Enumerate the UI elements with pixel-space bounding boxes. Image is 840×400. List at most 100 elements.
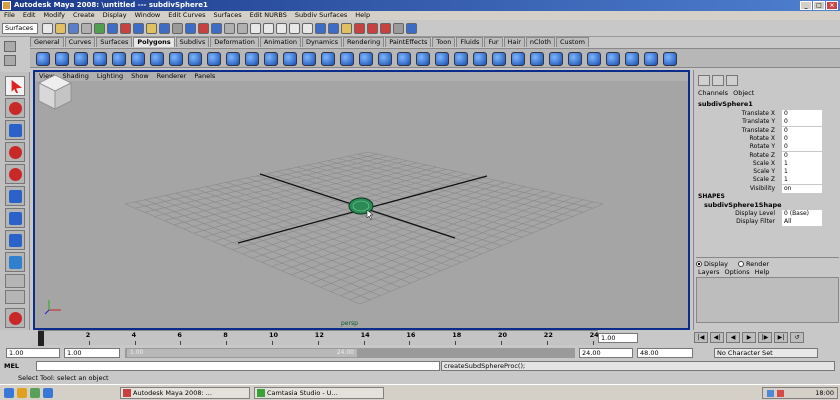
subdiv-sphere-object[interactable] <box>348 197 374 215</box>
attribute-row[interactable]: Rotate X 0 <box>694 134 840 143</box>
render-current-frame-icon[interactable] <box>367 23 378 34</box>
radio-display[interactable]: Display <box>696 260 728 268</box>
loop-button[interactable]: ↺ <box>790 332 804 343</box>
menu-create[interactable]: Create <box>73 11 95 20</box>
character-set-dropdown[interactable]: No Character Set <box>714 348 818 358</box>
poly-soccer-ball-icon[interactable] <box>226 52 240 66</box>
options-menu[interactable]: Options <box>725 268 750 276</box>
attribute-value[interactable]: 0 <box>782 126 822 135</box>
input-ops-icon[interactable] <box>315 23 326 34</box>
start-time-field[interactable]: 1.00 <box>6 348 60 358</box>
cylindrical-mapping-icon[interactable] <box>568 52 582 66</box>
combine-icon[interactable] <box>264 52 278 66</box>
save-scene-icon[interactable] <box>68 23 79 34</box>
object-menu[interactable]: Object <box>733 89 754 97</box>
menu-modify[interactable]: Modify <box>43 11 65 20</box>
poly-pipe-icon[interactable] <box>188 52 202 66</box>
attribute-row[interactable]: Translate Z 0 <box>694 126 840 135</box>
menu-display[interactable]: Display <box>103 11 127 20</box>
shape-attribute-value[interactable]: 0 (Base) <box>782 210 822 218</box>
attribute-value[interactable]: 0 <box>782 134 822 143</box>
attribute-row[interactable]: Translate Y 0 <box>694 118 840 127</box>
layer-list[interactable] <box>696 277 839 323</box>
object-name[interactable]: subdivSphere1 <box>698 100 753 108</box>
step-back-button[interactable]: ◀ <box>726 332 740 343</box>
shelf-tab-painteffects[interactable]: PaintEffects <box>385 37 432 47</box>
attribute-row[interactable]: Scale Z 1 <box>694 176 840 185</box>
shape-name[interactable]: subdivSphere1Shape <box>704 201 782 209</box>
go-to-start-button[interactable]: |◀ <box>694 332 708 343</box>
shelf-tab-curves[interactable]: Curves <box>64 37 96 47</box>
move-tool[interactable] <box>5 142 25 162</box>
shelf-tab-ncloth[interactable]: nCloth <box>525 37 555 47</box>
make-live-icon[interactable] <box>302 23 313 34</box>
attribute-row[interactable]: Rotate Y 0 <box>694 143 840 152</box>
poly-sphere-icon[interactable] <box>36 52 50 66</box>
range-slider-thumb[interactable]: 1.00 24.00 <box>127 349 357 357</box>
shelf-tab-subdivs[interactable]: Subdivs <box>175 37 210 47</box>
playback-start-field[interactable]: 1.00 <box>64 348 120 358</box>
planar-mapping-icon[interactable] <box>549 52 563 66</box>
select-dynamic-icon[interactable] <box>185 23 196 34</box>
shape-attribute-value[interactable]: All <box>782 218 822 227</box>
go-to-end-button[interactable]: ▶| <box>774 332 788 343</box>
new-scene-icon[interactable] <box>42 23 53 34</box>
attribute-value[interactable]: 0 <box>782 151 822 160</box>
poly-torus-icon[interactable] <box>131 52 145 66</box>
step-forward-key-button[interactable]: |▶ <box>758 332 772 343</box>
render-view-icon[interactable] <box>354 23 365 34</box>
layer-editor-toggle-icon[interactable] <box>712 75 724 86</box>
view-cube[interactable] <box>35 72 75 112</box>
soft-mod-tool[interactable] <box>5 230 25 250</box>
menu-help[interactable]: Help <box>355 11 370 20</box>
manipulator-tool[interactable] <box>5 208 25 228</box>
paint-select-tool[interactable] <box>5 120 25 140</box>
attribute-row[interactable]: Translate X 0 <box>694 110 840 118</box>
smooth-icon[interactable] <box>321 52 335 66</box>
shelf-tab-fluids[interactable]: Fluids <box>456 37 484 47</box>
shelf-tab-custom[interactable]: Custom <box>556 37 589 47</box>
attribute-value[interactable]: 0 <box>782 118 822 127</box>
camtasia-tray-icon[interactable] <box>777 390 784 397</box>
explorer-icon[interactable] <box>17 388 27 398</box>
lasso-tool[interactable] <box>5 98 25 118</box>
shelf-tab-animation[interactable]: Animation <box>259 37 301 47</box>
select-surface-icon[interactable] <box>159 23 170 34</box>
select-component-icon[interactable] <box>107 23 118 34</box>
shape-attribute-row[interactable]: Display Filter All <box>694 218 840 227</box>
desktop-icon[interactable] <box>30 388 40 398</box>
merge-icon[interactable] <box>511 52 525 66</box>
attribute-value[interactable]: 0 <box>782 110 822 118</box>
select-handle-icon[interactable] <box>120 23 131 34</box>
snap-curve-icon[interactable] <box>263 23 274 34</box>
shelf-menu-icon[interactable] <box>4 41 16 52</box>
range-slider[interactable]: 1.00 24.00 <box>125 348 575 358</box>
channel-box-toggle-icon[interactable] <box>698 75 710 86</box>
layout-single-button[interactable] <box>5 274 25 288</box>
menu-file[interactable]: File <box>4 11 15 20</box>
fill-hole-icon[interactable] <box>530 52 544 66</box>
checker2-icon[interactable] <box>663 52 677 66</box>
shape-attribute-row[interactable]: Display Level 0 (Base) <box>694 210 840 218</box>
taskbar-button-maya[interactable]: Autodesk Maya 2008: ... <box>120 387 250 399</box>
snap-grid-icon[interactable] <box>250 23 261 34</box>
select-rendering-icon[interactable] <box>198 23 209 34</box>
channels-menu[interactable]: Channels <box>698 89 728 97</box>
last-used-tool[interactable] <box>5 252 25 272</box>
poly-platonic-icon[interactable] <box>245 52 259 66</box>
poly-cube-icon[interactable] <box>55 52 69 66</box>
poly-cone-icon[interactable] <box>93 52 107 66</box>
layout-preset-button[interactable] <box>5 308 25 328</box>
command-language-label[interactable]: MEL <box>4 361 19 371</box>
extract-icon[interactable] <box>302 52 316 66</box>
output-ops-icon[interactable] <box>328 23 339 34</box>
ie-icon[interactable] <box>4 388 14 398</box>
poly-cylinder-icon[interactable] <box>74 52 88 66</box>
attribute-row[interactable]: Rotate Z 0 <box>694 151 840 160</box>
render-settings-icon[interactable] <box>393 23 404 34</box>
checker-icon[interactable] <box>644 52 658 66</box>
boolean-difference-icon[interactable] <box>378 52 392 66</box>
shelf-tab-deformation[interactable]: Deformation <box>210 37 259 47</box>
shelf-tabs-icon[interactable] <box>4 55 16 66</box>
extrude-icon[interactable] <box>454 52 468 66</box>
